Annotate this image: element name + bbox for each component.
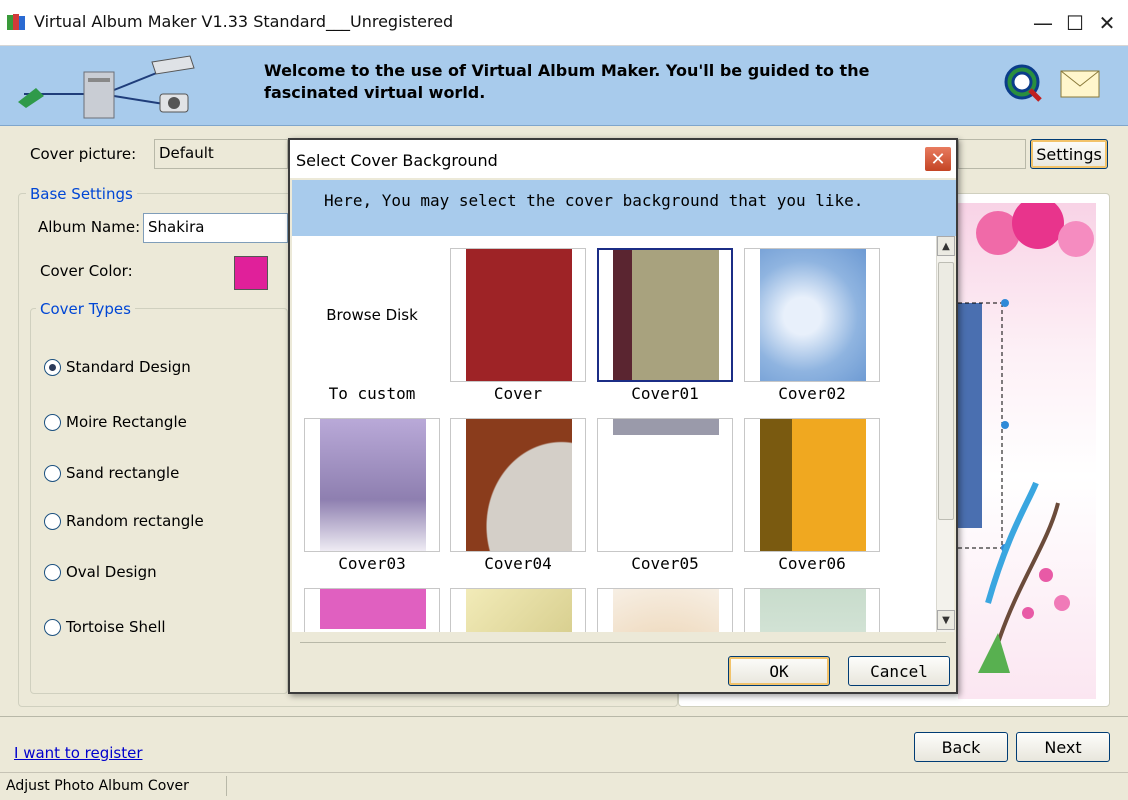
thumb-cover10[interactable] bbox=[744, 588, 880, 632]
scroll-thumb[interactable] bbox=[938, 262, 954, 520]
network-devices-icon bbox=[14, 50, 204, 122]
register-link[interactable]: I want to register bbox=[14, 744, 142, 762]
browse-disk-tile[interactable]: Browse Disk bbox=[304, 248, 440, 382]
thumb-cover09[interactable] bbox=[597, 588, 733, 632]
base-settings-title: Base Settings bbox=[26, 185, 137, 203]
to-custom-caption: To custom bbox=[328, 384, 416, 403]
scroll-up-arrow-icon[interactable]: ▲ bbox=[937, 236, 955, 256]
header-banner: Welcome to the use of Virtual Album Make… bbox=[0, 46, 1128, 126]
thumb-caption: Cover05 bbox=[631, 554, 699, 573]
cover-picture-field-end bbox=[958, 139, 1026, 169]
globe-search-icon[interactable] bbox=[1002, 62, 1044, 104]
close-button[interactable]: ✕ bbox=[1094, 10, 1120, 36]
thumb-cover03[interactable] bbox=[304, 418, 440, 552]
window-title: Virtual Album Maker V1.33 Standard___Unr… bbox=[34, 12, 454, 31]
dialog-divider bbox=[300, 642, 946, 643]
thumb-caption: Cover04 bbox=[484, 554, 552, 573]
status-separator bbox=[226, 776, 227, 796]
thumb-cover04[interactable] bbox=[450, 418, 586, 552]
thumb-caption: Cover03 bbox=[338, 554, 406, 573]
next-button[interactable]: Next bbox=[1016, 732, 1110, 762]
thumb-cover[interactable] bbox=[450, 248, 586, 382]
cancel-button[interactable]: Cancel bbox=[848, 656, 950, 686]
app-icon bbox=[6, 12, 26, 32]
radio-label: Tortoise Shell bbox=[66, 618, 166, 636]
thumb-cover01[interactable] bbox=[597, 248, 733, 382]
status-bar: Adjust Photo Album Cover bbox=[0, 772, 1128, 800]
thumb-cover08[interactable] bbox=[450, 588, 586, 632]
cover-picture-value: Default bbox=[159, 144, 214, 162]
status-text: Adjust Photo Album Cover bbox=[6, 778, 189, 794]
album-name-input[interactable]: Shakira bbox=[143, 213, 288, 243]
dialog-title: Select Cover Background bbox=[296, 151, 498, 170]
cover-types-title: Cover Types bbox=[36, 300, 135, 318]
album-name-value: Shakira bbox=[148, 218, 205, 236]
footer-divider bbox=[0, 716, 1128, 717]
thumb-cover07[interactable] bbox=[304, 588, 440, 632]
thumb-cover02[interactable] bbox=[744, 248, 880, 382]
thumb-caption: Cover bbox=[493, 384, 543, 403]
mail-icon[interactable] bbox=[1060, 68, 1102, 100]
dialog-instruction-area: Here, You may select the cover backgroun… bbox=[292, 180, 956, 236]
dialog-close-button[interactable]: ✕ bbox=[924, 146, 952, 172]
settings-button[interactable]: Settings bbox=[1030, 139, 1108, 169]
gallery-scrollbar[interactable]: ▲ ▼ bbox=[936, 236, 955, 632]
dialog-title-bar: Select Cover Background bbox=[290, 140, 956, 178]
back-button[interactable]: Back bbox=[914, 732, 1008, 762]
radio-label: Random rectangle bbox=[66, 512, 204, 530]
cover-picture-label: Cover picture: bbox=[30, 145, 137, 163]
radio-label: Oval Design bbox=[66, 563, 157, 581]
cover-gallery: Browse Disk To custom Cover Cover01 Cove… bbox=[292, 236, 936, 632]
welcome-message: Welcome to the use of Virtual Album Make… bbox=[264, 61, 870, 102]
scroll-down-arrow-icon[interactable]: ▼ bbox=[937, 610, 955, 630]
thumb-caption: Cover06 bbox=[778, 554, 846, 573]
minimize-button[interactable]: — bbox=[1030, 10, 1056, 36]
cover-preview-image bbox=[958, 203, 1096, 699]
thumb-cover06[interactable] bbox=[744, 418, 880, 552]
radio-label: Moire Rectangle bbox=[66, 413, 187, 431]
browse-disk-label: Browse Disk bbox=[326, 306, 418, 324]
select-cover-dialog: Select Cover Background ✕ Here, You may … bbox=[288, 138, 958, 694]
cover-color-label: Cover Color: bbox=[40, 262, 133, 280]
radio-label: Standard Design bbox=[66, 358, 191, 376]
cover-picture-select[interactable]: Default bbox=[154, 139, 288, 169]
thumb-caption: Cover02 bbox=[778, 384, 846, 403]
thumb-cover05[interactable] bbox=[597, 418, 733, 552]
thumb-caption: Cover01 bbox=[631, 384, 699, 403]
cover-color-swatch[interactable] bbox=[234, 256, 268, 290]
radio-label: Sand rectangle bbox=[66, 464, 180, 482]
album-name-label: Album Name: bbox=[38, 218, 141, 236]
dialog-instruction: Here, You may select the cover backgroun… bbox=[324, 191, 864, 210]
title-bar: Virtual Album Maker V1.33 Standard___Unr… bbox=[0, 0, 1128, 46]
maximize-button[interactable]: ☐ bbox=[1062, 10, 1088, 36]
ok-button[interactable]: OK bbox=[728, 656, 830, 686]
